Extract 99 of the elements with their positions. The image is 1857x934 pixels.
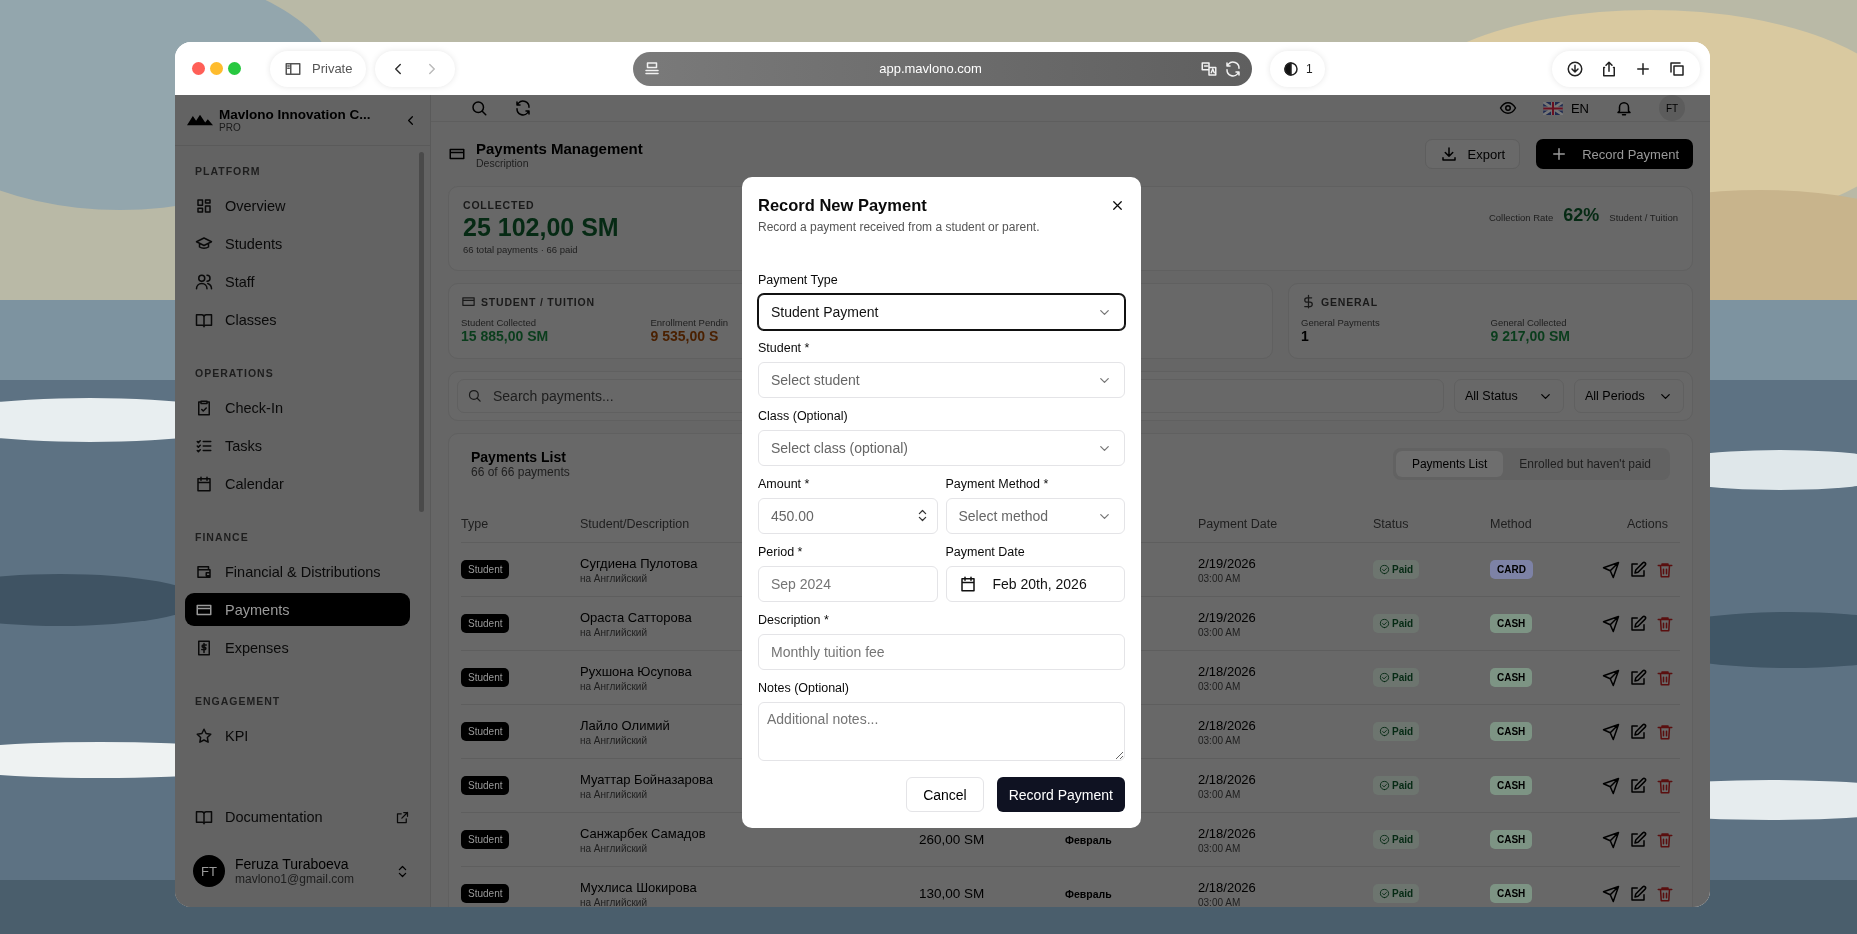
column-header: Status	[1373, 517, 1409, 531]
method-badge: CARD	[1490, 560, 1533, 579]
stat-value: 1	[1301, 328, 1309, 344]
stat-value: 15 885,00 SM	[461, 328, 549, 344]
payment-date: 2/18/2026	[1198, 717, 1256, 733]
method-badge: CASH	[1490, 668, 1533, 687]
field-label: Class (Optional)	[758, 409, 848, 424]
course-label: на Английский	[580, 734, 648, 746]
student-name: Санжарбек Самадов	[580, 825, 706, 841]
method-badge: CASH	[1490, 884, 1533, 903]
course-label: на Английский	[580, 896, 648, 907]
payment-date: 2/18/2026	[1198, 825, 1256, 841]
section-heading: FINANCE	[194, 530, 250, 545]
period-cell-text: Февраль	[1064, 887, 1112, 900]
course-label: на Английский	[580, 842, 648, 854]
payment-time: 03:00 AM	[1198, 626, 1241, 638]
column-header: Type	[461, 517, 489, 531]
amount-cell-text: 260,00 SM	[918, 832, 985, 847]
page-subtitle: Description	[476, 156, 529, 169]
column-header: Payment Date	[1198, 517, 1278, 531]
student-name: Лайло Олимий	[580, 717, 670, 733]
status-badge: Paid	[1373, 560, 1420, 579]
list-count: 66 of 66 payments	[471, 465, 570, 479]
rate-value: 62%	[1563, 205, 1600, 226]
field-label: Payment Method *	[945, 477, 1049, 492]
status-badge: Paid	[1373, 830, 1420, 849]
method-badge: CASH	[1490, 776, 1533, 795]
payment-time: 03:00 AM	[1198, 734, 1241, 746]
stat-label: COLLECTED	[463, 199, 535, 211]
type-badge: Student	[461, 776, 510, 795]
stat-note: 66 total payments · 66 paid	[463, 244, 578, 255]
course-label: на Английский	[580, 788, 648, 800]
method-badge: CASH	[1490, 722, 1533, 741]
method-badge: CASH	[1490, 614, 1533, 633]
stat-label: Enrollment Pendin	[650, 317, 729, 328]
user-name: Feruza Turaboeva	[235, 856, 349, 872]
payment-date: 2/18/2026	[1198, 879, 1256, 895]
payment-date: 2/18/2026	[1198, 771, 1256, 787]
page-title: Payments Management	[476, 139, 643, 157]
user-avatar: FT	[193, 855, 225, 887]
course-label: на Английский	[580, 572, 648, 584]
list-title: Payments List	[471, 449, 566, 465]
stat-label: Student Collected	[461, 317, 536, 328]
student-name: Ораста Сатторова	[580, 609, 692, 625]
section-heading: PLATFORM	[194, 164, 262, 179]
payment-date: 2/19/2026	[1198, 555, 1256, 571]
field-label: Notes (Optional)	[758, 681, 849, 696]
type-badge: Student	[461, 614, 510, 633]
amount-cell-text: 130,00 SM	[918, 886, 985, 901]
type-badge: Student	[461, 830, 510, 849]
stat-label: General Payments	[1301, 317, 1380, 328]
stat-value: 25 102,00 SM	[463, 213, 619, 242]
section-heading: OPERATIONS	[194, 366, 275, 381]
dialog-subtitle: Record a payment received from a student or parent.	[758, 220, 1040, 234]
field-label: Description *	[758, 613, 829, 628]
user-email: mavlono1@gmail.com	[235, 872, 354, 886]
field-label: Payment Date	[945, 545, 1025, 560]
status-badge: Paid	[1373, 884, 1420, 903]
student-name: Рухшона Юсупова	[580, 663, 692, 679]
payment-time: 03:00 AM	[1198, 572, 1241, 584]
student-name: Мухлиса Шокирова	[580, 879, 697, 895]
student-name: Муаттар Бойназарова	[580, 771, 714, 787]
payment-time: 03:00 AM	[1198, 842, 1241, 854]
field-label: Student *	[758, 341, 810, 356]
stat-label: General Collected	[1490, 317, 1567, 328]
status-badge: Paid	[1373, 614, 1420, 633]
field-label: Period *	[758, 545, 803, 560]
course-label: на Английский	[580, 626, 648, 638]
method-badge: CASH	[1490, 830, 1533, 849]
dialog-title: Record New Payment	[758, 196, 927, 215]
card-heading: GENERAL	[1321, 295, 1378, 308]
column-header: Student/Description	[580, 517, 690, 531]
field-label: Payment Type	[758, 273, 838, 288]
rate-label: Collection Rate	[1488, 212, 1554, 223]
status-badge: Paid	[1373, 776, 1420, 795]
payment-date: 2/18/2026	[1198, 663, 1256, 679]
type-badge: Student	[461, 560, 510, 579]
column-header: Actions	[1627, 517, 1669, 531]
type-badge: Student	[461, 668, 510, 687]
status-badge: Paid	[1373, 722, 1420, 741]
brand-name: Mavlono Innovation C...	[219, 107, 371, 122]
period-cell-text: Февраль	[1064, 833, 1112, 846]
student-name: Сугдиена Пулотова	[580, 555, 698, 571]
type-badge: Student	[461, 722, 510, 741]
stat-value: 9 217,00 SM	[1490, 328, 1570, 344]
type-badge: Student	[461, 884, 510, 903]
payment-time: 03:00 AM	[1198, 896, 1241, 907]
column-header: Method	[1490, 517, 1532, 531]
payment-date: 2/19/2026	[1198, 609, 1256, 625]
plan-label: PRO	[219, 122, 241, 133]
status-badge: Paid	[1373, 668, 1420, 687]
rate-note: Student / Tuition	[1609, 212, 1678, 223]
payment-time: 03:00 AM	[1198, 788, 1241, 800]
stat-value: 9 535,00 S	[650, 328, 719, 344]
card-heading: STUDENT / TUITION	[481, 295, 595, 308]
section-heading: ENGAGEMENT	[194, 694, 282, 709]
field-label: Amount *	[758, 477, 810, 492]
course-label: на Английский	[580, 680, 648, 692]
payment-time: 03:00 AM	[1198, 680, 1241, 692]
